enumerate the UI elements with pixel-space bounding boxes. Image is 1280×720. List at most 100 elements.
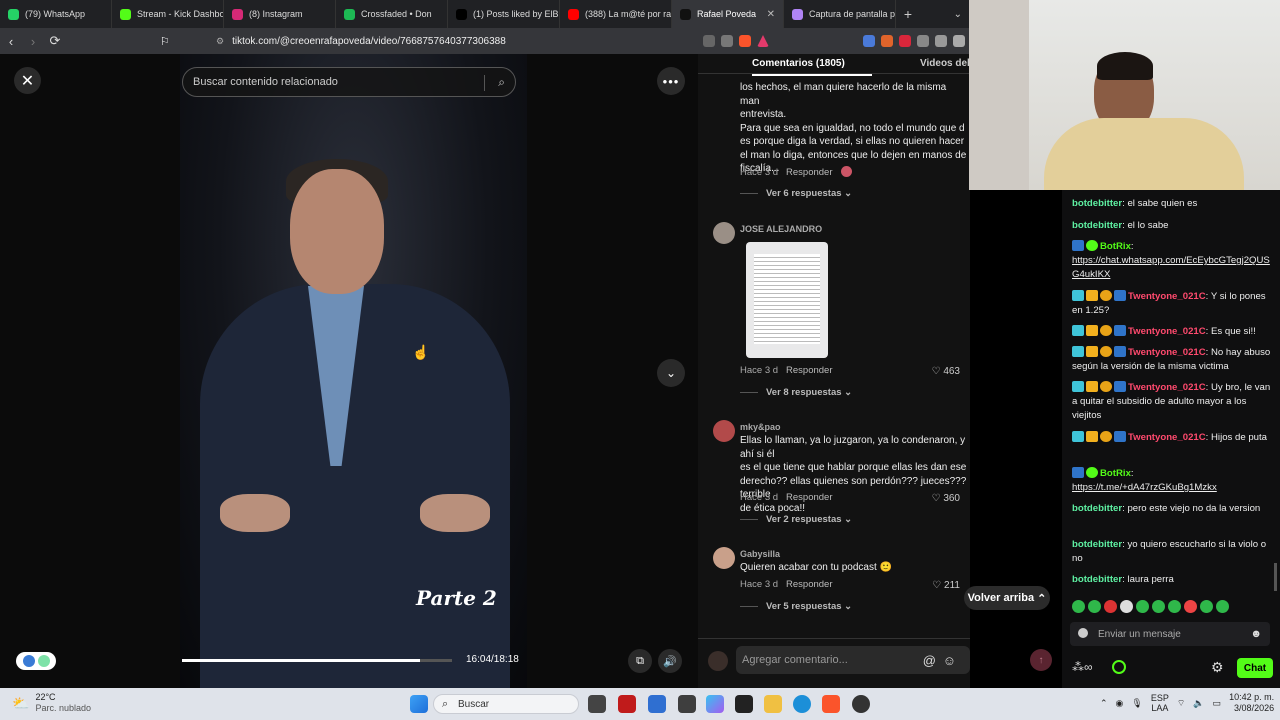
avatar[interactable] <box>713 420 735 442</box>
mention-icon[interactable]: @ <box>923 653 936 668</box>
reply-button[interactable]: Responder <box>786 579 832 590</box>
wifi-icon[interactable]: ⌔ <box>1177 698 1185 709</box>
microphone-icon[interactable]: 🎙 <box>1131 698 1142 709</box>
language-indicator[interactable]: ESP LAA <box>1151 693 1169 713</box>
extension-badge[interactable] <box>16 652 56 670</box>
brave-shield-icon[interactable] <box>739 35 751 47</box>
brave-icon[interactable] <box>822 695 840 713</box>
browser-tab[interactable]: Stream - Kick Dashbo <box>112 0 224 28</box>
emote-icon[interactable] <box>1168 600 1181 613</box>
extensions-puzzle-icon[interactable] <box>917 35 929 47</box>
network-icon[interactable]: ◉ <box>1116 698 1124 709</box>
chat-link[interactable]: https://chat.whatsapp.com/EcEybcGTegj2QU… <box>1072 255 1270 280</box>
app-icon-grid[interactable] <box>678 695 696 713</box>
view-replies-button[interactable]: Ver 2 respuestas ⌄ <box>740 514 852 525</box>
avatar[interactable] <box>713 222 735 244</box>
bookmark-icon[interactable]: ⚐ <box>160 35 170 48</box>
forward-arrow-icon[interactable]: › <box>22 34 44 49</box>
browser-tab[interactable]: Captura de pantalla p <box>784 0 896 28</box>
scroll-to-top-button[interactable]: Volver arriba ⌃ <box>964 586 1050 610</box>
taskbar-search[interactable]: ⌕ Buscar <box>433 694 579 714</box>
browser-tab[interactable]: (79) WhatsApp <box>0 0 112 28</box>
app-icon-red[interactable] <box>618 695 636 713</box>
reply-button[interactable]: Responder <box>786 167 832 178</box>
comment-input[interactable]: Agregar comentario... @ ☺ <box>736 646 970 674</box>
chat-username[interactable]: Twentyone_021C <box>1128 347 1206 358</box>
chat-username[interactable]: botdebitter <box>1072 539 1122 550</box>
avatar[interactable] <box>713 547 735 569</box>
emote-icon[interactable] <box>1136 600 1149 613</box>
reply-button[interactable]: Responder <box>786 492 832 503</box>
emote-icon[interactable] <box>1104 600 1117 613</box>
browser-tab[interactable]: Rafael Poveda ✕ <box>672 0 784 28</box>
browser-tab[interactable]: (388) La m@té por rat <box>560 0 672 28</box>
store-icon[interactable] <box>648 695 666 713</box>
obs-icon[interactable] <box>852 695 870 713</box>
emote-icon[interactable] <box>1152 600 1165 613</box>
edge-icon[interactable] <box>793 695 811 713</box>
view-replies-button[interactable]: Ver 6 respuestas ⌄ <box>740 188 852 199</box>
back-arrow-icon[interactable]: ‹ <box>0 34 22 49</box>
file-explorer-icon[interactable] <box>764 695 782 713</box>
comment-image[interactable] <box>746 242 828 358</box>
site-info-icon[interactable]: ⚙ <box>216 36 224 47</box>
extension-icon-3[interactable] <box>899 35 911 47</box>
extension-icon-1[interactable] <box>863 35 875 47</box>
comment-username[interactable]: mky&pao <box>740 422 781 432</box>
browser-tab[interactable]: (8) Instagram <box>224 0 336 28</box>
browser-tab[interactable]: (1) Posts liked by ElBit <box>448 0 560 28</box>
comment-username[interactable]: JOSE ALEJANDRO <box>740 224 822 234</box>
new-tab-button[interactable]: + <box>896 6 920 22</box>
emote-icon[interactable] <box>1072 600 1085 613</box>
related-search-input[interactable]: Buscar contenido relacionado ⌕ <box>182 67 516 97</box>
media-icon[interactable] <box>935 35 947 47</box>
chat-username[interactable]: botdebitter <box>1072 574 1122 585</box>
browser-tab[interactable]: Crossfaded • Don <box>336 0 448 28</box>
emote-icon[interactable] <box>1216 600 1229 613</box>
video-progress-bar[interactable] <box>182 659 452 662</box>
emoji-icon[interactable]: ☻ <box>1250 628 1262 640</box>
chat-username[interactable]: Twentyone_021C <box>1128 326 1206 337</box>
battery-icon[interactable]: ▭ <box>1213 698 1222 709</box>
chat-link[interactable]: https://t.me/+dA47rzGKuBg1Mzkx <box>1072 482 1217 493</box>
tab-comments[interactable]: Comentarios (1805) <box>752 58 872 76</box>
picture-in-picture-button[interactable]: ⧉ <box>628 649 652 673</box>
user-avatar[interactable] <box>708 651 728 671</box>
sidebar-icon[interactable] <box>953 35 965 47</box>
chat-username[interactable]: botdebitter <box>1072 198 1122 209</box>
send-chat-button[interactable]: Chat <box>1237 658 1273 678</box>
like-button[interactable]: ♡ 360 <box>932 493 960 504</box>
chat-username[interactable]: botdebitter <box>1072 220 1122 231</box>
view-replies-button[interactable]: Ver 5 respuestas ⌄ <box>740 601 852 612</box>
comment-username[interactable]: Gabysilla <box>740 549 780 559</box>
task-view-icon[interactable] <box>588 695 606 713</box>
reload-icon[interactable]: ⟳ <box>44 33 66 49</box>
brave-rewards-icon[interactable] <box>757 35 769 47</box>
windows-start-icon[interactable] <box>410 695 428 713</box>
chat-users-icon[interactable]: ⁂∞ <box>1072 660 1093 674</box>
emote-icon[interactable] <box>1200 600 1213 613</box>
chat-username[interactable]: Twentyone_021C <box>1128 291 1206 302</box>
emoji-icon[interactable]: ☺ <box>943 653 956 668</box>
like-button[interactable]: ♡ 463 <box>932 366 960 377</box>
chat-username[interactable]: botdebitter <box>1072 503 1122 514</box>
settings-gear-icon[interactable]: ⚙ <box>1211 659 1224 676</box>
more-options-button[interactable]: ••• <box>657 67 685 95</box>
volume-button[interactable]: 🔊 <box>658 649 682 673</box>
reply-button[interactable]: Responder <box>786 365 832 376</box>
chat-username[interactable]: BotRix <box>1100 241 1131 252</box>
chat-username[interactable]: Twentyone_021C <box>1128 432 1206 443</box>
chevron-up-icon[interactable]: ⌃ <box>1100 698 1108 709</box>
chat-message-input[interactable]: Enviar un mensaje ☻ <box>1070 622 1270 646</box>
tab-creator-videos[interactable]: Videos del <box>920 58 970 69</box>
copilot-icon[interactable] <box>706 695 724 713</box>
weather-widget[interactable]: ⛅ 22°C Parc. nublado <box>12 692 91 714</box>
volume-icon[interactable]: 🔈 <box>1193 698 1204 709</box>
close-video-button[interactable]: ✕ <box>14 67 41 94</box>
view-replies-button[interactable]: Ver 8 respuestas ⌄ <box>740 387 852 398</box>
terminal-icon[interactable] <box>735 695 753 713</box>
emote-icon[interactable] <box>1184 600 1197 613</box>
like-button[interactable]: ♡ 211 <box>932 580 960 591</box>
emote-icon[interactable] <box>1088 600 1101 613</box>
url-field[interactable]: ⚙ tiktok.com/@creoenrafapoveda/video/766… <box>216 36 506 47</box>
